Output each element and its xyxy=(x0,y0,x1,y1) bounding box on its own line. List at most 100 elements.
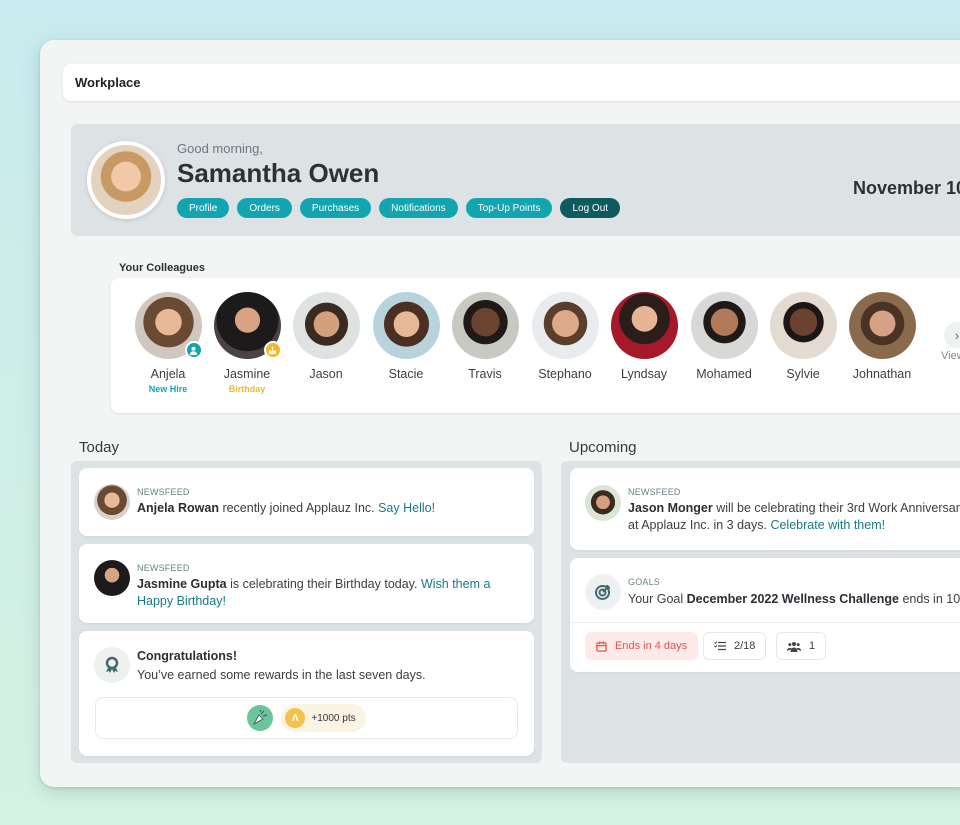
colleague-photo xyxy=(372,292,440,359)
today-panel: NEWSFEED Anjela Rowan recently joined Ap… xyxy=(71,461,542,763)
account-actions: Profile Orders Purchases Notifications T… xyxy=(177,198,621,218)
feed-kind: NEWSFEED xyxy=(628,487,681,497)
colleague-name: Lyndsay xyxy=(620,367,668,381)
target-icon xyxy=(585,574,621,610)
upcoming-panel: NEWSFEED Jason Monger will be celebratin… xyxy=(561,461,960,763)
rewards-card: Congratulations! You’ve earned some rewa… xyxy=(79,631,534,756)
colleague-photo xyxy=(848,292,916,359)
colleague-photo xyxy=(531,292,599,359)
feed-card[interactable]: NEWSFEED Jasmine Gupta is celebrating th… xyxy=(79,544,534,623)
colleague-name: Anjela xyxy=(150,367,186,381)
colleague-item[interactable]: Travis xyxy=(445,292,525,381)
feed-text: Anjela Rowan recently joined Applauz Inc… xyxy=(137,500,522,517)
top-bar: Workplace xyxy=(63,64,960,101)
view-more-button[interactable]: › View xyxy=(937,322,960,362)
feed-person: Anjela Rowan xyxy=(137,501,219,515)
feed-kind: NEWSFEED xyxy=(137,487,190,497)
colleague-photo xyxy=(610,292,678,359)
colleague-name: Johnathan xyxy=(852,367,912,381)
feed-avatar xyxy=(94,560,130,596)
colleague-name: Jasmine xyxy=(223,367,271,381)
greeting: Good morning, xyxy=(177,141,263,156)
colleague-item[interactable]: Jason xyxy=(286,292,366,381)
confetti-icon xyxy=(247,705,274,731)
colleague-photo xyxy=(451,292,519,359)
view-more-label: View xyxy=(941,350,960,362)
colleague-name: Mohamed xyxy=(696,367,752,381)
points-badge: Λ +1000 pts xyxy=(281,704,366,732)
colleague-item[interactable]: Sylvie xyxy=(763,292,843,381)
goal-text: Your Goal December 2022 Wellness Challen… xyxy=(628,591,960,608)
colleague-item[interactable]: Lyndsay xyxy=(604,292,684,381)
rewards-title: Congratulations! xyxy=(137,649,237,663)
participants-chip[interactable]: 1 xyxy=(776,632,827,660)
app-title: Workplace xyxy=(75,75,141,90)
feed-person: Jason Monger xyxy=(628,501,713,515)
points-value: +1000 pts xyxy=(311,712,356,724)
birthday-tag: Birthday xyxy=(228,384,266,394)
user-name: Samantha Owen xyxy=(177,158,380,188)
user-avatar[interactable] xyxy=(87,141,165,219)
orders-button[interactable]: Orders xyxy=(237,198,292,218)
people-icon xyxy=(787,641,801,652)
chevron-right-icon: › xyxy=(944,322,960,348)
welcome-banner: Good morning, Samantha Owen Profile Orde… xyxy=(71,124,960,236)
ends-chip[interactable]: Ends in 4 days xyxy=(585,632,699,660)
colleague-item[interactable]: Anjela New Hire xyxy=(128,292,208,394)
colleagues-strip: Anjela New Hire Jasmine Birthday Jason S… xyxy=(111,278,960,413)
say-hello-link[interactable]: Say Hello! xyxy=(378,501,435,515)
goal-kind: GOALS xyxy=(628,577,661,587)
cake-icon xyxy=(263,341,282,359)
goal-chips: Ends in 4 days 2/18 1 xyxy=(570,622,960,672)
new-hire-tag: New Hire xyxy=(148,384,188,394)
goal-name: December 2022 Wellness Challenge xyxy=(686,592,899,606)
upcoming-title: Upcoming xyxy=(569,439,637,456)
colleague-name: Stacie xyxy=(388,367,424,381)
log-out-button[interactable]: Log Out xyxy=(560,198,621,218)
current-date: November 10 xyxy=(853,178,960,198)
goal-prefix: Your Goal xyxy=(628,592,687,606)
colleague-name: Travis xyxy=(468,367,502,381)
feed-avatar xyxy=(94,484,130,520)
rewards-summary: Λ +1000 pts xyxy=(95,697,518,739)
feed-card[interactable]: NEWSFEED Jason Monger will be celebratin… xyxy=(570,468,960,550)
goal-suffix: ends in 10 days. xyxy=(902,592,960,606)
celebrate-link[interactable]: Celebrate with them! xyxy=(770,518,885,532)
colleague-item[interactable]: Johnathan xyxy=(842,292,922,381)
top-up-points-button[interactable]: Top-Up Points xyxy=(465,198,553,218)
person-icon xyxy=(184,341,203,359)
tasks-chip[interactable]: 2/18 xyxy=(703,632,767,660)
tasks-count: 2/18 xyxy=(734,640,756,652)
goal-card[interactable]: GOALS Your Goal December 2022 Wellness C… xyxy=(570,558,960,672)
colleague-item[interactable]: Stacie xyxy=(366,292,446,381)
checklist-icon xyxy=(714,641,726,651)
feed-text: Jasmine Gupta is celebrating their Birth… xyxy=(137,576,522,610)
colleagues-title: Your Colleagues xyxy=(119,262,205,274)
colleague-photo xyxy=(769,292,837,359)
colleague-photo xyxy=(213,292,282,359)
colleague-item[interactable]: Jasmine Birthday xyxy=(207,292,287,394)
feed-person: Jasmine Gupta xyxy=(137,577,227,591)
feed-text: Jason Monger will be celebrating their 3… xyxy=(628,500,960,534)
feed-message: is celebrating their Birthday today. xyxy=(226,577,421,591)
colleague-photo xyxy=(134,292,203,359)
colleague-photo xyxy=(292,292,360,359)
ends-label: Ends in 4 days xyxy=(615,640,688,652)
colleague-name: Sylvie xyxy=(786,367,820,381)
rewards-text: You’ve earned some rewards in the last s… xyxy=(137,668,426,682)
calendar-icon xyxy=(596,640,607,652)
purchases-button[interactable]: Purchases xyxy=(299,198,372,218)
colleague-name: Jason xyxy=(309,367,343,381)
colleague-name: Stephano xyxy=(538,367,592,381)
app-window: Workplace Good morning, Samantha Owen Pr… xyxy=(40,40,960,787)
feed-avatar xyxy=(585,485,621,521)
colleague-item[interactable]: Stephano xyxy=(525,292,605,381)
profile-button[interactable]: Profile xyxy=(177,198,230,218)
feed-message: recently joined Applauz Inc. xyxy=(218,501,379,515)
feed-card[interactable]: NEWSFEED Anjela Rowan recently joined Ap… xyxy=(79,468,534,536)
coin-icon: Λ xyxy=(285,708,306,728)
feed-kind: NEWSFEED xyxy=(137,563,190,573)
award-icon xyxy=(94,647,130,683)
colleague-item[interactable]: Mohamed xyxy=(684,292,764,381)
notifications-button[interactable]: Notifications xyxy=(379,198,458,218)
